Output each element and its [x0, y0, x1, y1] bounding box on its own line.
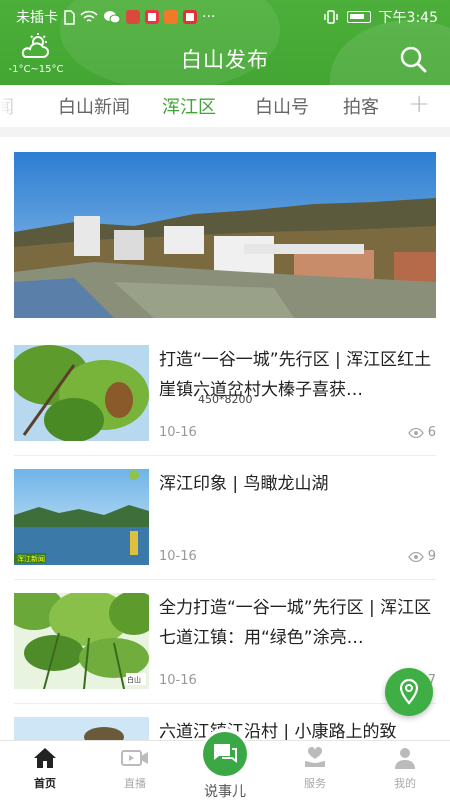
view-count: 6 [407, 425, 436, 440]
nav-service-label: 服务 [304, 777, 326, 790]
view-count-value: 9 [427, 549, 436, 564]
nav-live[interactable]: 直播 [100, 747, 170, 791]
list-divider [14, 703, 436, 704]
tab-baishan-news[interactable]: 白山新闻 [58, 93, 130, 119]
eye-icon [407, 551, 424, 562]
news-item[interactable]: 白山 全力打造“一谷一城”先行区 | 浑江区七道江镇：用“绿色”涂亮… 10-1… [14, 593, 436, 693]
nav-live-label: 直播 [124, 777, 146, 790]
clock: 下午3:45 [378, 10, 438, 26]
watermark-text: 450*8200 [198, 393, 253, 406]
chat-bubble-icon [214, 744, 237, 763]
news-thumbnail: 浑江新闻 [14, 469, 149, 565]
view-count: 9 [407, 549, 436, 564]
search-icon [400, 46, 427, 73]
news-date: 10-16 [159, 425, 197, 440]
location-button[interactable] [385, 668, 433, 716]
banner-image[interactable] [14, 152, 436, 318]
view-count-value: 6 [427, 425, 436, 440]
tab-baishan-hao[interactable]: 白山号 [255, 93, 309, 119]
status-bar: 未插卡 ··· 下午3:45 [0, 0, 450, 32]
nav-service[interactable]: 服务 [280, 746, 350, 791]
channel-tabs: 闻 白山新闻 浑江区 白山号 拍客 + [0, 85, 450, 127]
eye-icon [407, 427, 424, 438]
vibrate-icon [323, 10, 338, 24]
search-button[interactable] [398, 44, 428, 74]
news-thumbnail [14, 345, 149, 441]
user-icon [395, 748, 415, 769]
news-thumbnail: 白山 [14, 593, 149, 689]
sim-icon [64, 9, 75, 25]
app-notification-icon [183, 10, 197, 24]
nav-mine[interactable]: 我的 [370, 747, 440, 791]
wechat-icon [104, 11, 121, 24]
location-pin-icon [399, 678, 419, 705]
header-bar: 未插卡 ··· 下午3:45 -1°C~15°C 白山发布 [0, 0, 450, 85]
add-channel-button[interactable]: + [408, 89, 430, 119]
news-date: 10-16 [159, 673, 197, 688]
list-divider [14, 579, 436, 580]
video-camera-icon [121, 750, 148, 766]
nav-mine-label: 我的 [394, 777, 416, 790]
nav-home[interactable]: 首页 [10, 747, 80, 791]
home-icon [34, 748, 56, 768]
news-item[interactable]: 浑江新闻 浑江印象 | 鸟瞰龙山湖 10-16 9 [14, 469, 436, 569]
tab-hunjiang[interactable]: 浑江区 [162, 93, 216, 119]
news-title: 全力打造“一谷一城”先行区 | 浑江区七道江镇：用“绿色”涂亮… [159, 598, 432, 648]
shuo-shi-er-button[interactable] [199, 728, 251, 780]
app-notification-icon [164, 10, 178, 24]
more-notifications: ··· [202, 9, 216, 25]
news-date: 10-16 [159, 549, 197, 564]
wifi-icon [80, 10, 98, 22]
corner-label: 白山 [127, 675, 141, 684]
carrier-text: 未插卡 [16, 10, 58, 26]
heart-hand-icon [305, 746, 325, 767]
section-divider [0, 127, 450, 137]
app-screen: 未插卡 ··· 下午3:45 -1°C~15°C 白山发布 白山新闻 浑江区 白… [0, 0, 450, 800]
nav-home-label: 首页 [34, 777, 56, 790]
video-badge: 浑江新闻 [17, 554, 45, 563]
tab-paike[interactable]: 拍客 [343, 93, 379, 119]
app-notification-icon [126, 10, 140, 24]
app-notification-icon [145, 10, 159, 24]
news-title: 浑江印象 | 鸟瞰龙山湖 [159, 474, 329, 494]
page-title: 白山发布 [181, 48, 269, 72]
center-button-label[interactable]: 说事儿 [190, 781, 260, 800]
list-divider [14, 455, 436, 456]
battery-icon [346, 11, 371, 23]
